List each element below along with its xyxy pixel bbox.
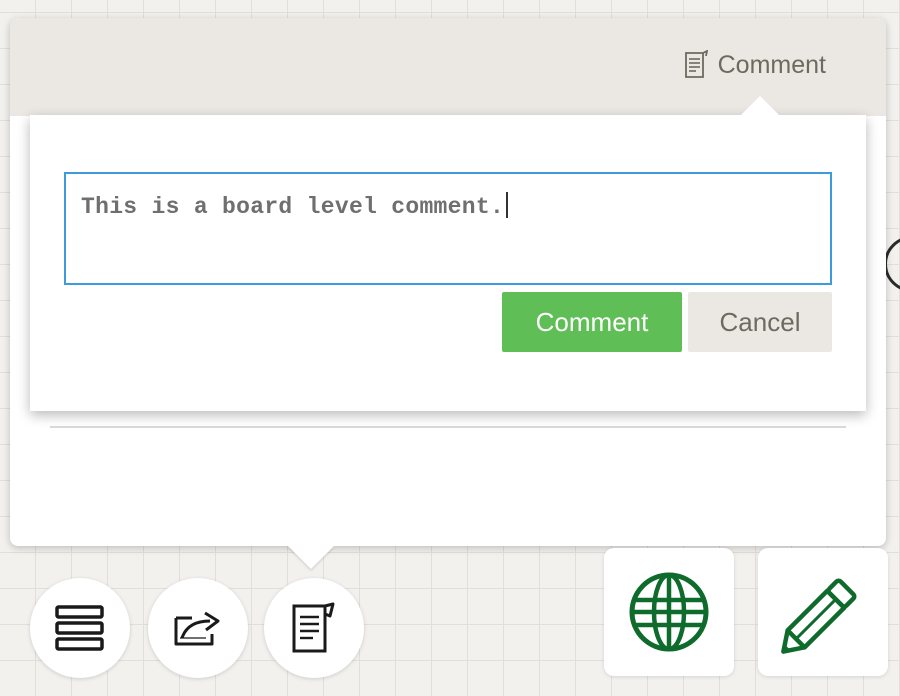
share-icon	[174, 611, 220, 646]
list-icon	[55, 605, 104, 651]
comment-input[interactable]: This is a board level comment.	[64, 172, 832, 285]
header-comment-label: Comment	[717, 50, 826, 79]
panel-header: Comment	[10, 18, 886, 116]
comment-doc-icon	[292, 602, 335, 653]
comment-input-value: This is a board level comment.	[81, 194, 505, 220]
comment-tool-button[interactable]	[264, 578, 364, 678]
popover-arrow	[740, 96, 780, 116]
comment-popover: This is a board level comment. Comment C…	[30, 115, 866, 411]
header-comment-button[interactable]: Comment	[684, 48, 826, 82]
pencil-icon	[781, 578, 857, 654]
globe-button[interactable]	[604, 548, 734, 676]
draw-button[interactable]	[758, 548, 888, 676]
text-caret	[506, 192, 509, 218]
globe-icon	[629, 572, 709, 652]
submit-comment-button[interactable]: Comment	[502, 292, 682, 352]
comment-doc-icon	[684, 50, 708, 78]
cancel-button[interactable]: Cancel	[688, 292, 832, 352]
panel-pointer	[288, 546, 334, 569]
background-shape	[884, 236, 900, 292]
share-button[interactable]	[148, 578, 248, 678]
list-button[interactable]	[30, 578, 130, 678]
divider	[50, 426, 846, 428]
